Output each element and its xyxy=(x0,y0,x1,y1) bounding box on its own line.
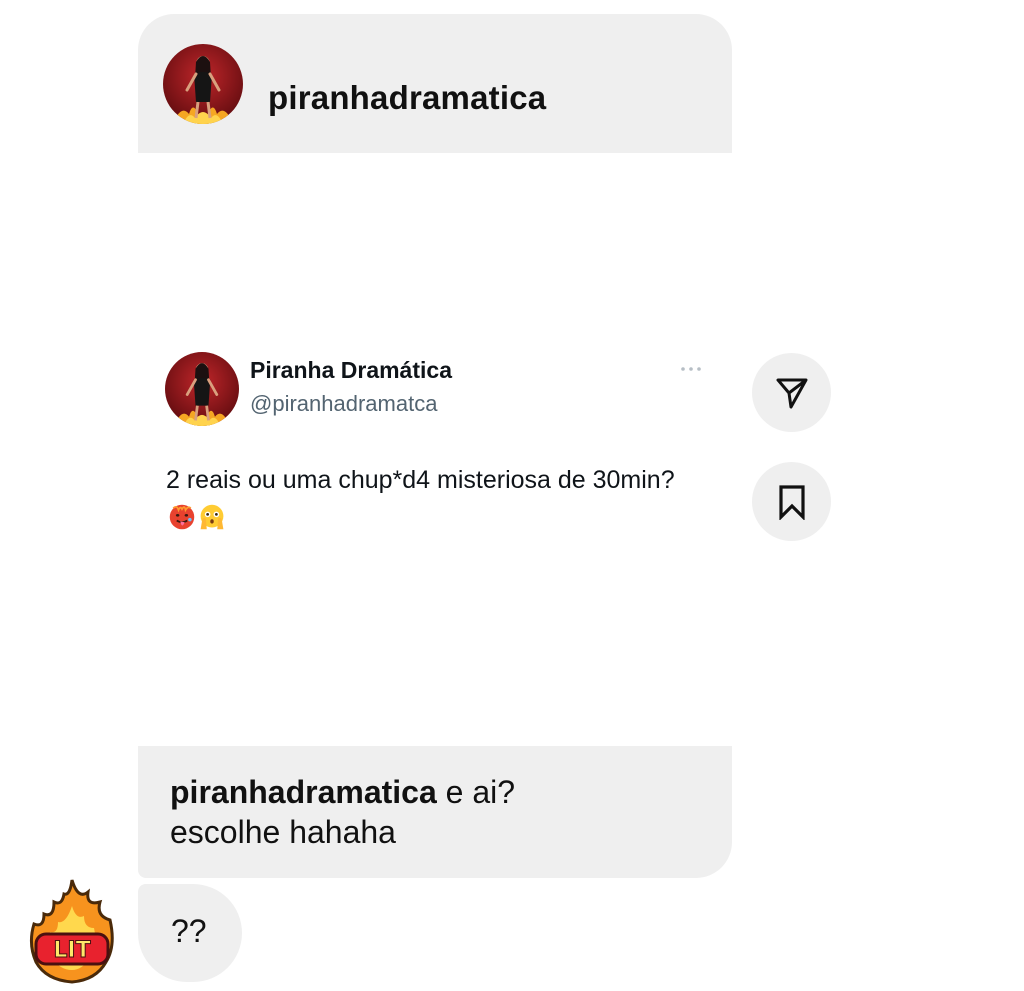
post-author-username[interactable]: piranhadramatica xyxy=(268,78,546,118)
flushed-hands-face-emoji xyxy=(200,504,224,530)
share-button[interactable] xyxy=(752,353,831,432)
tweet-handle[interactable]: @piranhadramatca xyxy=(250,391,437,417)
reply-text: ?? xyxy=(171,913,207,949)
tweet-text: 2 reais ou uma chup*d4 misteriosa de 30m… xyxy=(166,462,686,536)
shared-post-header[interactable]: piranhadramatica xyxy=(138,14,732,153)
save-button[interactable] xyxy=(752,462,831,541)
lit-sticker-avatar[interactable]: LIT xyxy=(26,876,118,986)
reply-message[interactable]: ?? xyxy=(138,884,242,982)
more-options-icon[interactable] xyxy=(679,363,703,375)
post-caption: piranhadramatica e ai? escolhe hahaha xyxy=(138,746,732,878)
tweet-text-content: 2 reais ou uma chup*d4 misteriosa de 30m… xyxy=(166,466,675,494)
caption-text-line2: escolhe hahaha xyxy=(170,814,396,850)
caption-text-line1: e ai? xyxy=(436,774,516,810)
embedded-tweet[interactable]: Piranha Dramática @piranhadramatca 2 rea… xyxy=(138,153,732,746)
tweet-display-name[interactable]: Piranha Dramática xyxy=(250,357,452,384)
lit-sticker-text: LIT xyxy=(53,938,90,963)
caption-username[interactable]: piranhadramatica xyxy=(170,774,437,810)
paper-plane-icon xyxy=(776,378,807,408)
tweet-author-avatar[interactable] xyxy=(165,352,239,426)
post-author-avatar[interactable] xyxy=(163,44,243,124)
bookmark-icon xyxy=(778,484,805,520)
hot-face-emoji xyxy=(169,504,195,530)
